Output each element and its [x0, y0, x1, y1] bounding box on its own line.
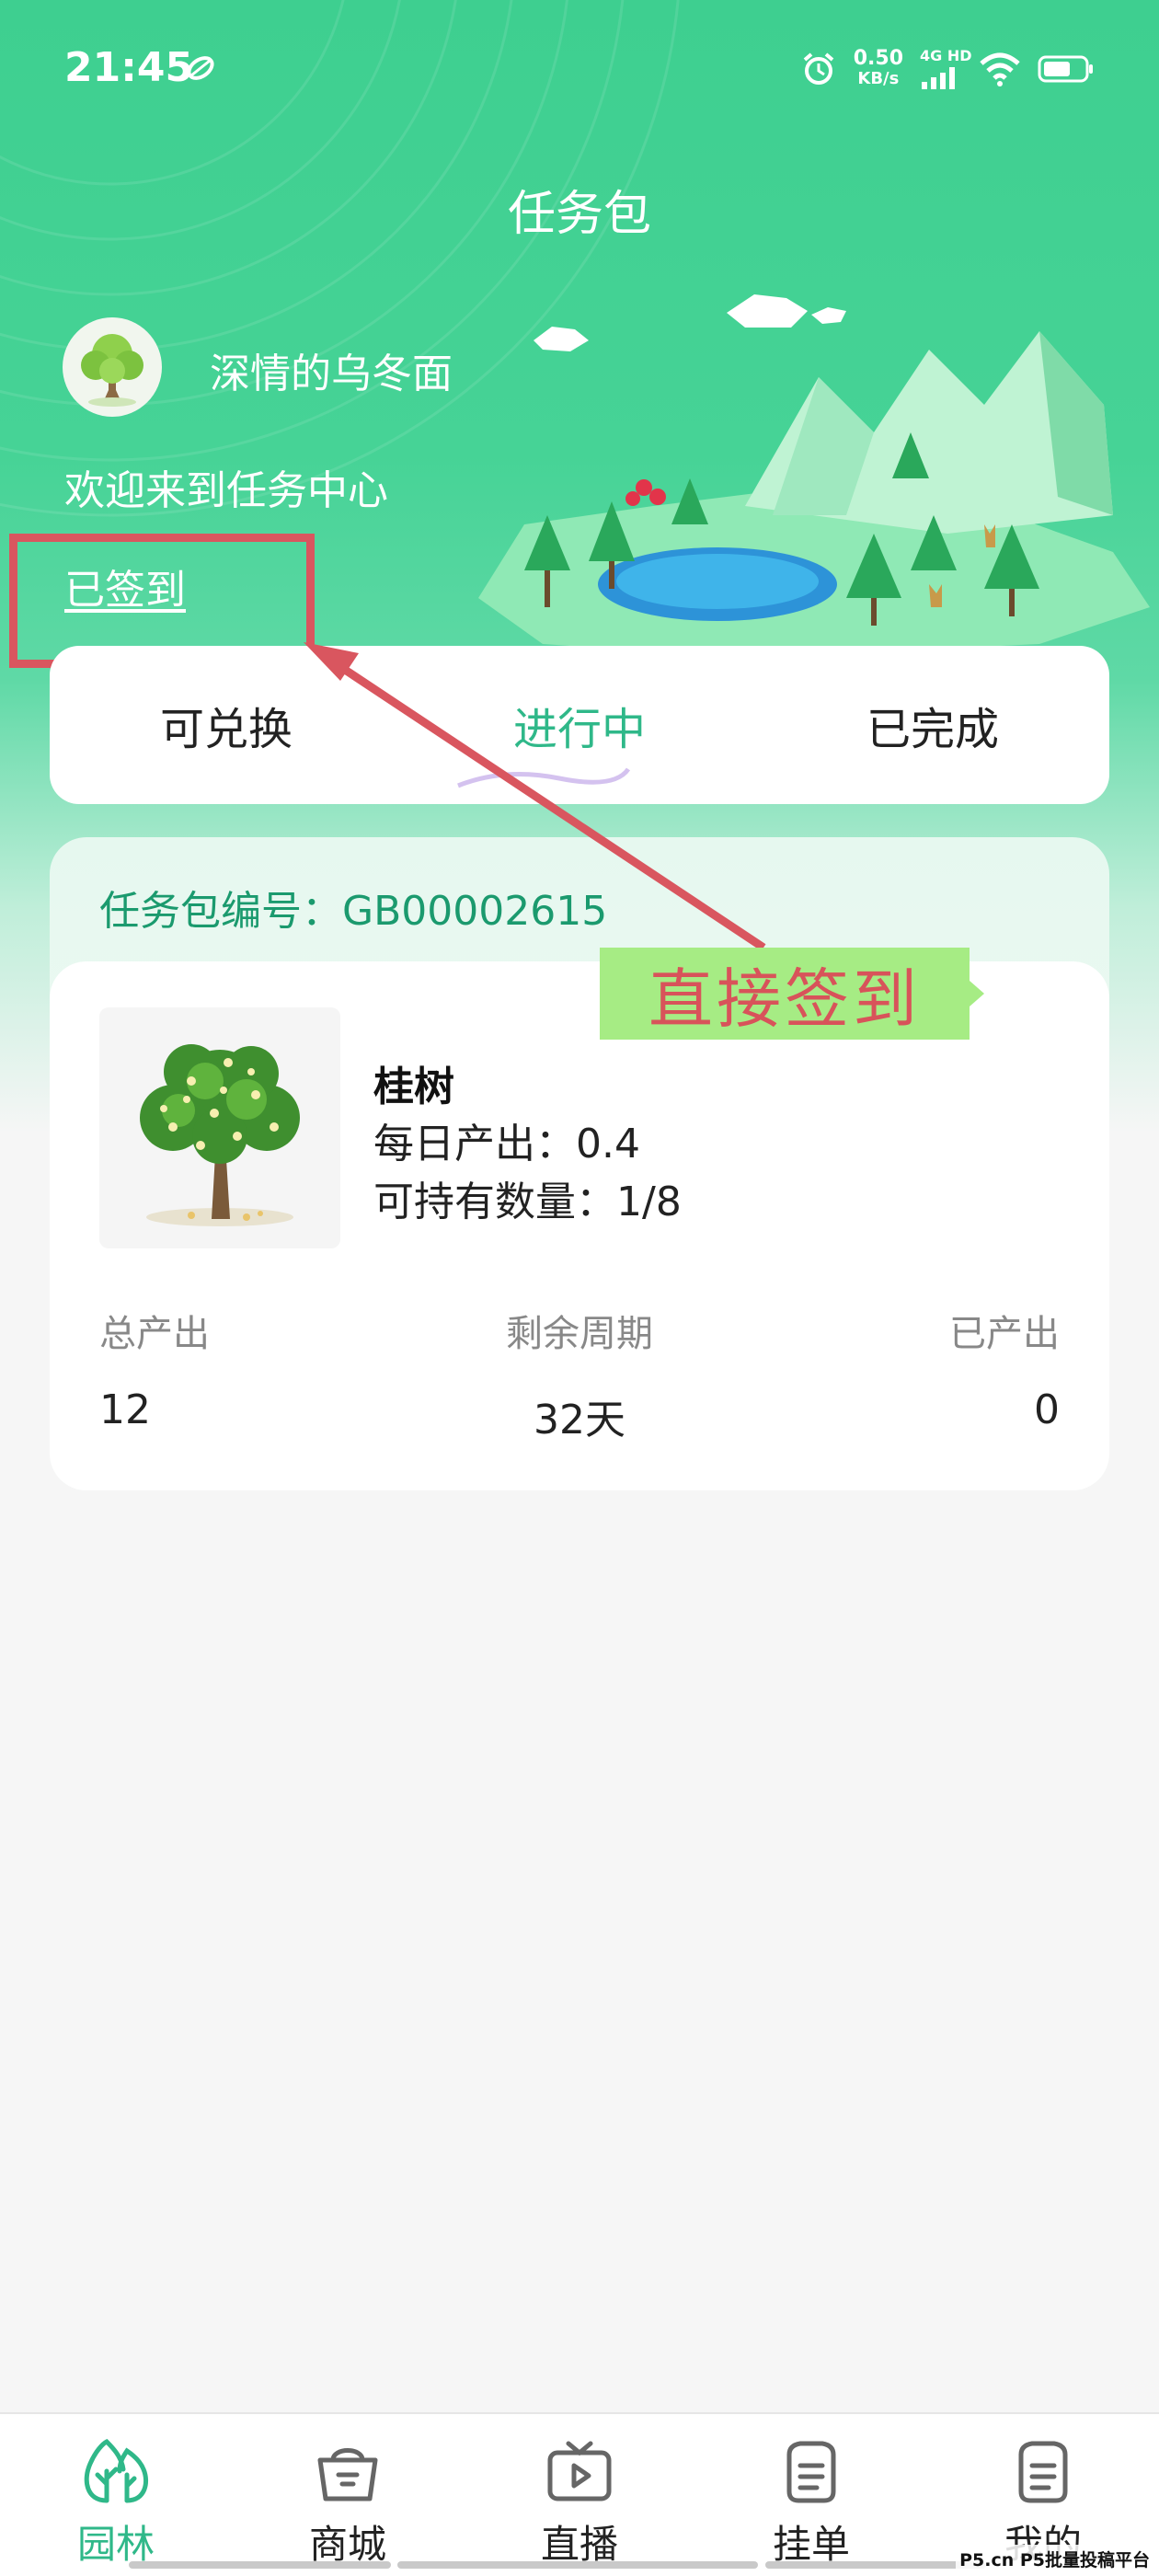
basket-icon	[317, 2448, 378, 2501]
net-speed-unit: KB/s	[857, 69, 900, 88]
tab-completed[interactable]: 已完成	[756, 646, 1109, 804]
status-time: 21:45	[64, 44, 194, 91]
watermark: P5.cn P5批量投稿平台	[956, 2545, 1153, 2573]
tv-icon	[547, 2441, 612, 2501]
battery-icon	[1038, 55, 1093, 83]
nav-mall[interactable]: 商城	[232, 2414, 464, 2576]
signal-icon	[922, 67, 955, 89]
tab-label: 已完成	[866, 704, 999, 755]
username: 深情的乌冬面	[210, 351, 453, 397]
product-name: 桂树	[373, 1064, 454, 1110]
gesture-bar	[765, 2561, 986, 2569]
cell-signal: 4G HD	[920, 49, 972, 89]
stat-produced-label: 已产出	[949, 1313, 1060, 1355]
tab-label: 可兑换	[159, 704, 293, 755]
task-package-card[interactable]: 任务包编号：GB00002615 桂树 每日产出：0.4 可持有数量：1/8 总…	[50, 837, 1109, 1490]
tab-redeemable[interactable]: 可兑换	[50, 646, 403, 804]
daily-output: 每日产出：0.4	[373, 1121, 640, 1167]
status-bar: 21:45 0.50 KB/s 4G HD	[0, 0, 1159, 138]
net-speed-value: 0.50	[853, 47, 903, 70]
gesture-bar	[397, 2561, 758, 2569]
wifi-icon	[980, 52, 1020, 86]
nav-garden[interactable]: 园林	[0, 2414, 232, 2576]
annotation-label: 直接签到	[600, 948, 970, 1040]
tree-icon	[84, 2438, 149, 2503]
osmanthus-tree-icon	[140, 1044, 300, 1226]
annotation-label-tip	[970, 981, 984, 1006]
alarm-icon	[803, 52, 834, 85]
profile-list-icon	[1018, 2441, 1068, 2503]
package-number: 任务包编号：GB00002615	[99, 888, 608, 935]
avatar[interactable]	[63, 317, 162, 417]
tree-avatar-icon	[81, 334, 143, 407]
tab-in-progress[interactable]: 进行中	[403, 646, 756, 804]
network-type: 4G HD	[920, 47, 972, 64]
active-tab-underline	[457, 767, 631, 788]
nav-orders[interactable]: 挂单	[695, 2414, 927, 2576]
tab-label: 进行中	[512, 704, 646, 755]
order-list-icon	[786, 2441, 836, 2503]
island-landscape-illustration	[478, 294, 1150, 658]
gesture-bar	[129, 2561, 391, 2569]
nav-live[interactable]: 直播	[464, 2414, 695, 2576]
status-icons: 0.50 KB/s 4G HD	[800, 44, 1095, 94]
page-title: 任务包	[507, 187, 651, 242]
package-detail: 桂树 每日产出：0.4 可持有数量：1/8 总产出 剩余周期 已产出 12 32…	[50, 961, 1109, 1490]
welcome-text: 欢迎来到任务中心	[64, 467, 388, 514]
task-tabs: 可兑换 进行中 已完成	[50, 646, 1109, 804]
net-speed: 0.50 KB/s	[854, 49, 903, 89]
stat-produced-value: 0	[1034, 1386, 1060, 1433]
holdable-quantity: 可持有数量：1/8	[373, 1179, 682, 1225]
stat-remaining-cycle-value: 32天	[534, 1397, 625, 1443]
leaf-app-icon	[187, 56, 214, 80]
product-image	[99, 1007, 340, 1248]
